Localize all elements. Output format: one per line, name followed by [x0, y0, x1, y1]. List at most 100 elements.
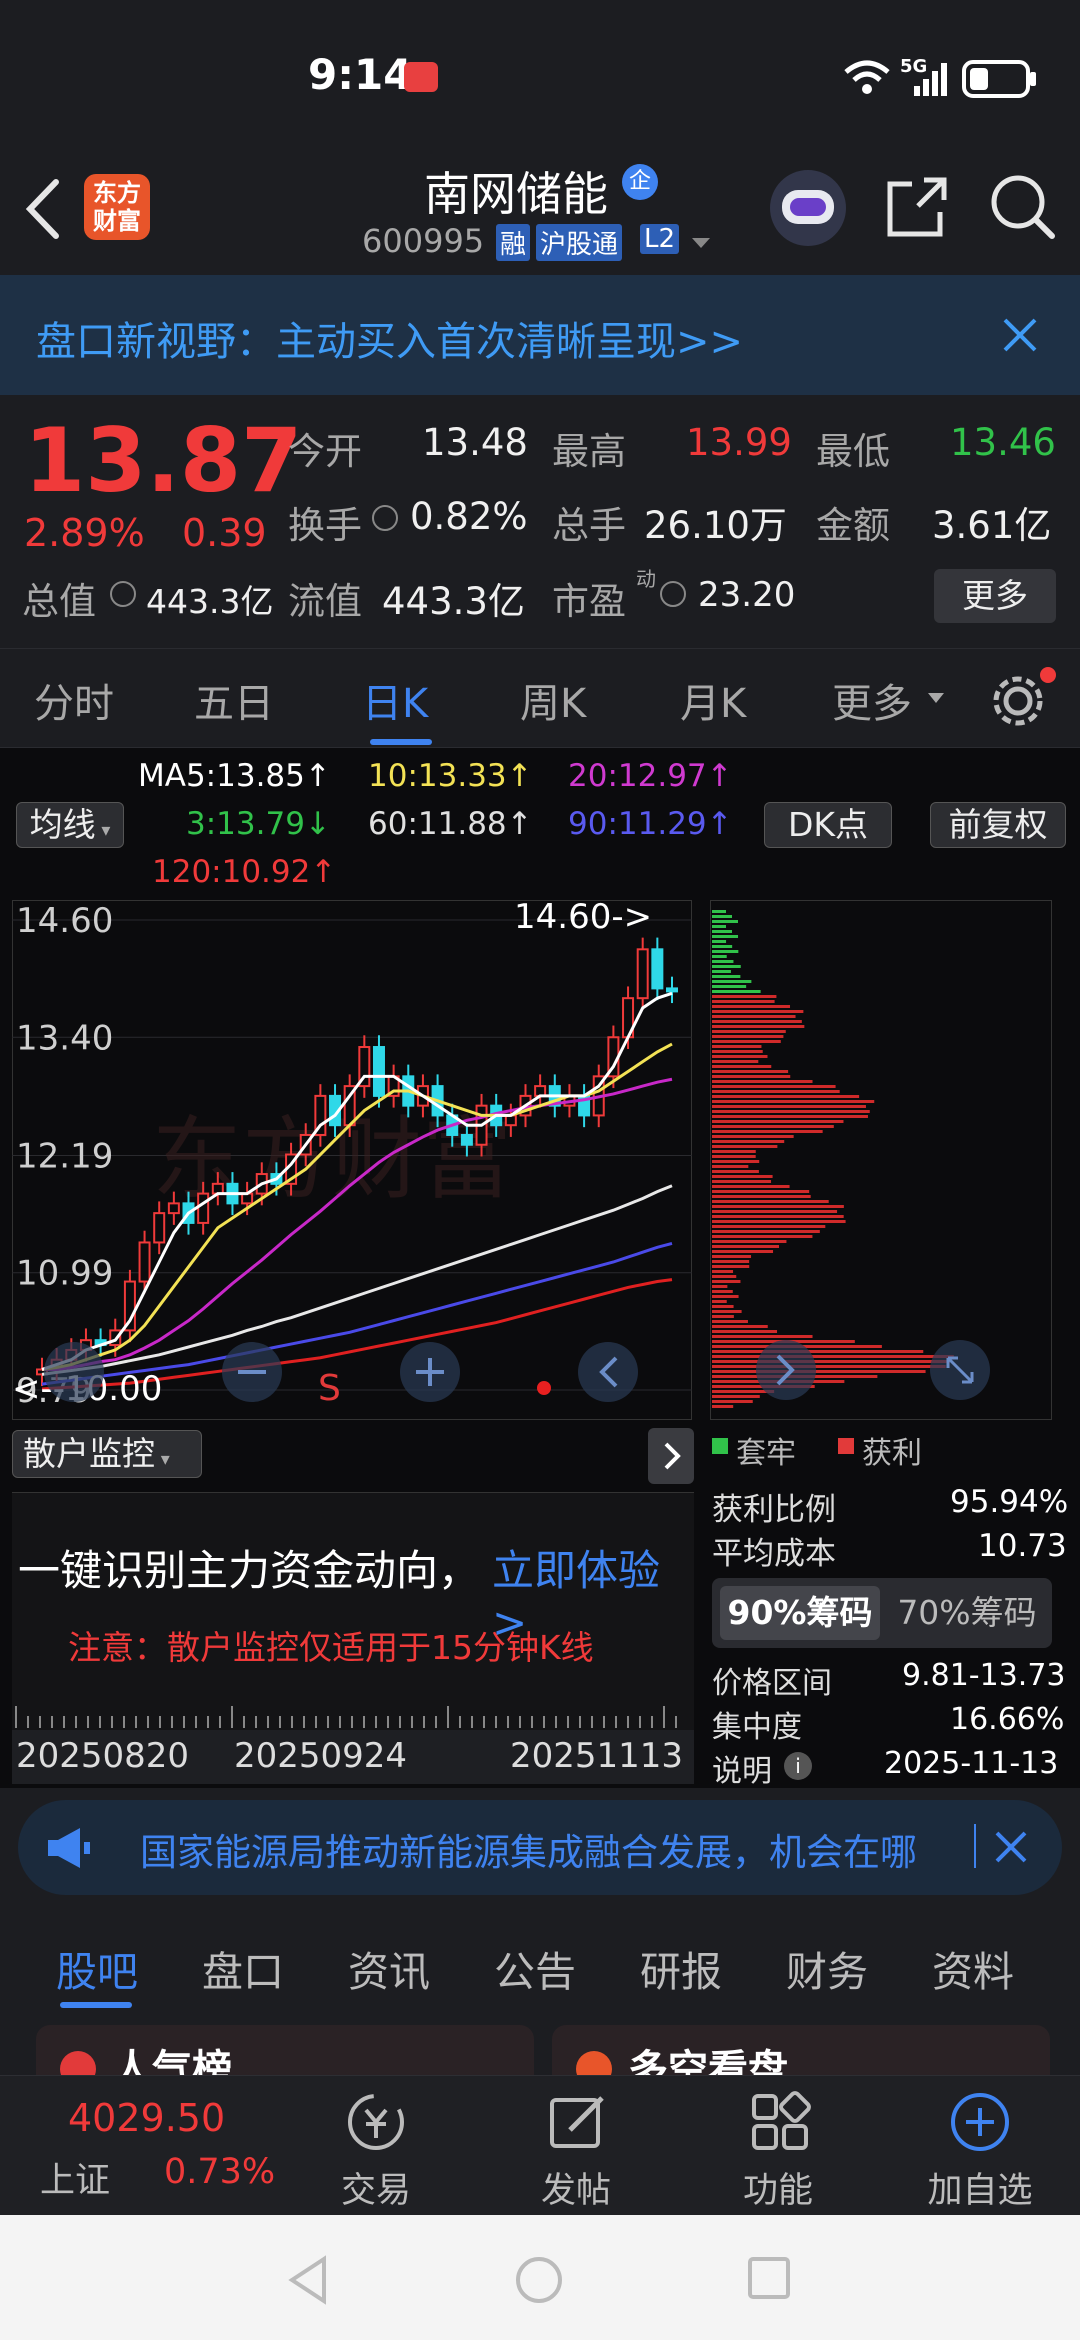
back-triangle-icon[interactable] — [286, 2255, 330, 2305]
gear-icon[interactable] — [990, 673, 1046, 729]
tab-financials[interactable]: 财务 — [786, 1938, 868, 1998]
level2-tag: L2 — [640, 224, 680, 254]
recents-square-icon[interactable] — [746, 2255, 792, 2301]
chip-distribution-chart[interactable] — [710, 900, 1052, 1420]
chip-bar — [712, 1175, 773, 1178]
divider — [974, 1824, 976, 1868]
concentration-label: 集中度 — [712, 1710, 802, 1745]
tab-five-day[interactable]: 五日 — [194, 671, 274, 729]
tab-announcements[interactable]: 公告 — [494, 1938, 576, 1998]
chip-bar — [712, 1320, 748, 1323]
chip-bar — [712, 1005, 791, 1008]
popularity-card[interactable]: 人气榜 — [36, 2025, 534, 2075]
float-label: 流值 — [288, 580, 362, 623]
back-icon[interactable] — [22, 178, 62, 240]
post-label[interactable]: 发帖 — [516, 2162, 636, 2213]
tab-research[interactable]: 研报 — [640, 1938, 722, 1998]
search-icon[interactable] — [988, 172, 1058, 242]
candle-body — [372, 1046, 385, 1097]
chip-bar — [712, 1280, 741, 1283]
time-axis: 20250820 20250924 20251113 — [12, 1730, 694, 1784]
tab-weekly-k[interactable]: 周K — [520, 671, 586, 729]
add-circle-icon[interactable] — [948, 2090, 1012, 2154]
news-ticker[interactable]: 国家能源局推动新能源集成融合发展，机会在哪 — [18, 1800, 1062, 1895]
chip-bar — [712, 1195, 811, 1198]
chevron-down-icon[interactable] — [690, 236, 712, 250]
retail-monitor-selector[interactable]: 散户监控 ▾ — [12, 1430, 202, 1478]
profit-legend-swatch — [838, 1438, 854, 1454]
retail-headline: 一键识别主力资金动向， — [18, 1546, 481, 1595]
chip-bar — [712, 980, 752, 983]
avg-cost-label: 平均成本 — [712, 1536, 836, 1572]
chip-70-tab[interactable]: 70%筹码 — [890, 1586, 1044, 1640]
expand-panel-button[interactable] — [648, 1428, 694, 1484]
add-watchlist-label[interactable]: 加自选 — [920, 2162, 1040, 2213]
tab-more[interactable]: 更多 — [832, 671, 912, 729]
kline-chart[interactable]: 东方财富 14.6013.4012.1910.999.79 14.60-> <-… — [12, 900, 692, 1420]
max-price-label: 14.60-> — [514, 900, 652, 937]
more-button[interactable]: 更多 — [934, 569, 1056, 623]
ma5-label: MA5:13.85↑ — [138, 758, 331, 794]
app-logo[interactable]: 东方 财富 — [84, 174, 150, 240]
hot-icon — [60, 2051, 96, 2075]
tab-intraday[interactable]: 分时 — [34, 671, 114, 729]
open-label: 今开 — [288, 430, 362, 473]
info-icon[interactable] — [110, 581, 136, 607]
status-time: 9:14 — [308, 50, 413, 99]
promo-banner[interactable]: 盘口新视野：主动买入首次清晰呈现>> — [0, 275, 1080, 395]
info-icon[interactable] — [660, 581, 686, 607]
chip-bar — [712, 1080, 813, 1083]
connect-tag: 沪股通 — [536, 224, 623, 261]
tab-profile[interactable]: 资料 — [932, 1938, 1014, 1998]
tab-daily-k[interactable]: 日K — [362, 671, 428, 729]
compose-icon[interactable] — [546, 2090, 610, 2154]
pe-label: 市盈 — [552, 580, 626, 623]
float-value: 443.3亿 — [382, 580, 525, 623]
notification-dot — [1040, 667, 1056, 683]
stock-name[interactable]: 南网储能 — [424, 158, 608, 224]
trade-icon[interactable] — [344, 2090, 408, 2154]
chip-bar — [712, 1030, 786, 1033]
chip-bar — [712, 1165, 749, 1168]
chip-bar — [712, 965, 741, 968]
trade-label[interactable]: 交易 — [316, 2162, 436, 2213]
grid-icon[interactable] — [748, 2090, 812, 2154]
tab-active-indicator — [60, 2002, 132, 2008]
functions-label[interactable]: 功能 — [718, 2162, 838, 2213]
battery-icon — [962, 60, 1036, 98]
tab-monthly-k[interactable]: 月K — [680, 671, 746, 729]
volume-label: 总手 — [552, 504, 626, 547]
home-circle-icon[interactable] — [514, 2255, 564, 2305]
info-icon[interactable]: i — [784, 1752, 812, 1780]
ma-selector[interactable]: 均线 ▾ — [16, 802, 124, 848]
info-icon[interactable] — [372, 505, 398, 531]
chip-90-tab[interactable]: 90%筹码 — [720, 1586, 880, 1640]
close-icon[interactable] — [994, 1830, 1028, 1864]
change-percent: 2.89% — [24, 511, 145, 555]
long-short-card[interactable]: 多空看盘 — [552, 2025, 1050, 2075]
adjust-label: 前复权 — [948, 805, 1048, 844]
chip-bar — [712, 1190, 810, 1193]
dk-point-button[interactable]: DK点 — [764, 802, 892, 848]
index-value: 4029.50 — [68, 2096, 226, 2140]
scroll-left-button[interactable] — [578, 1342, 638, 1402]
index-widget[interactable]: 4029.50 上证 0.73% — [0, 2076, 280, 2216]
tab-orderbook[interactable]: 盘口 — [202, 1938, 284, 1998]
share-icon[interactable] — [884, 174, 950, 240]
dk-point-label: DK点 — [787, 805, 869, 844]
signal-icon — [914, 63, 947, 96]
tab-news[interactable]: 资讯 — [348, 1938, 430, 1998]
zoom-out-button[interactable] — [44, 1342, 104, 1402]
turnover-value: 0.82% — [410, 495, 528, 538]
chip-bar — [712, 1245, 780, 1248]
scroll-right-button[interactable] — [756, 1340, 816, 1400]
tab-forum[interactable]: 股吧 — [56, 1938, 138, 1998]
assistant-robot-icon[interactable] — [770, 170, 846, 246]
chip-bar — [712, 920, 739, 923]
chip-bar — [712, 1240, 787, 1243]
chip-bar — [712, 1105, 866, 1108]
adjust-button[interactable]: 前复权 — [930, 802, 1066, 848]
chip-bar — [712, 925, 727, 928]
close-icon[interactable] — [1002, 317, 1038, 353]
chip-bar — [712, 1025, 805, 1028]
